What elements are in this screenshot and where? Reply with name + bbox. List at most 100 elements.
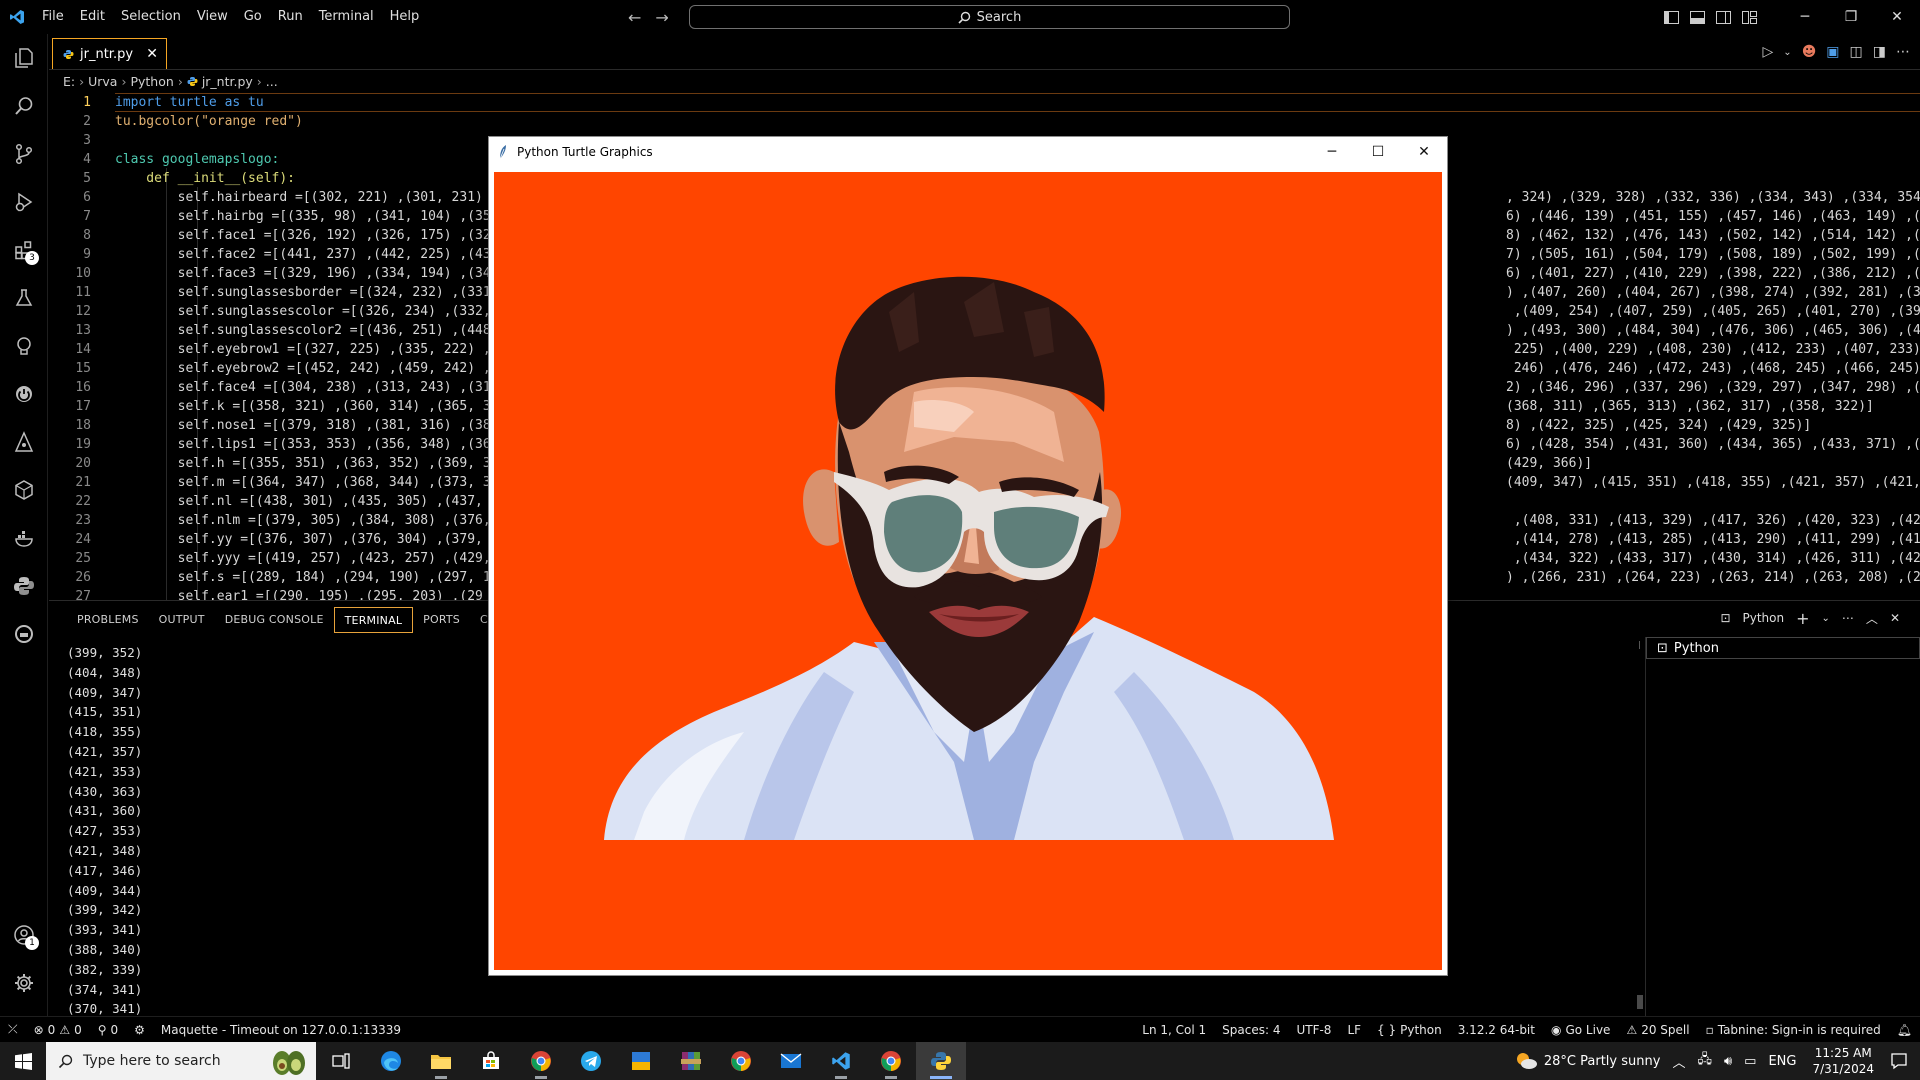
chrome-profile-icon[interactable]	[516, 1042, 566, 1080]
turtle-maximize-button[interactable]: ☐	[1355, 137, 1401, 167]
chrome-window-icon[interactable]	[866, 1042, 916, 1080]
live-preview-icon[interactable]: ▣	[1826, 44, 1839, 60]
split-editor-icon[interactable]: ◨	[1873, 44, 1886, 60]
menu-help[interactable]: Help	[382, 0, 428, 34]
end-of-line[interactable]: LF	[1339, 1023, 1369, 1037]
winrar-icon[interactable]	[666, 1042, 716, 1080]
tab-ports[interactable]: PORTS	[413, 607, 470, 633]
forward-arrow-icon[interactable]: →	[655, 8, 668, 27]
menu-terminal[interactable]: Terminal	[311, 0, 382, 34]
minimize-button[interactable]: ─	[1782, 0, 1828, 34]
menu-view[interactable]: View	[189, 0, 236, 34]
show-hidden-icons-chevron-icon[interactable]: ︿	[1666, 1052, 1691, 1071]
maquette-status[interactable]: Maquette - Timeout on 127.0.0.1:13339	[153, 1023, 409, 1037]
docker-icon[interactable]	[0, 514, 48, 562]
close-panel-icon[interactable]: ✕	[1890, 611, 1900, 625]
edge-browser-icon[interactable]	[366, 1042, 416, 1080]
task-view-icon[interactable]	[316, 1042, 366, 1080]
power-extension-icon[interactable]	[0, 370, 48, 418]
app-blue-tile-icon[interactable]	[616, 1042, 666, 1080]
close-window-button[interactable]: ✕	[1874, 0, 1920, 34]
crumb-python[interactable]: Python	[130, 74, 173, 89]
tab-problems[interactable]: PROBLEMS	[67, 607, 149, 633]
testing-flask-icon[interactable]	[0, 274, 48, 322]
remote-indicator-icon[interactable]: ⤫	[0, 1022, 26, 1037]
turtle-canvas[interactable]	[492, 170, 1444, 972]
terminal-list-item[interactable]: ⊡ Python	[1646, 637, 1920, 659]
toggle-primary-sidebar-icon[interactable]	[1658, 0, 1684, 34]
menu-selection[interactable]: Selection	[113, 0, 189, 34]
clock[interactable]: 11:25 AM 7/31/2024	[1802, 1045, 1884, 1077]
run-file-icon[interactable]: ▷	[1763, 44, 1774, 60]
windows-start-button[interactable]	[0, 1042, 46, 1080]
source-control-icon[interactable]	[0, 130, 48, 178]
indentation[interactable]: Spaces: 4	[1214, 1023, 1288, 1037]
spell-check-indicator[interactable]: ⚠ 20 Spell	[1618, 1023, 1697, 1037]
taskbar-search-box[interactable]: Type here to search	[46, 1042, 316, 1080]
turtle-minimize-button[interactable]: ─	[1309, 137, 1355, 167]
terminal-scrollbar[interactable]	[1637, 641, 1643, 1011]
extensions-icon[interactable]: 3	[0, 226, 48, 274]
vscode-taskbar-icon[interactable]	[816, 1042, 866, 1080]
battery-icon[interactable]: ▭	[1738, 1054, 1762, 1069]
python-icon[interactable]	[0, 562, 48, 610]
ports-indicator[interactable]: ⚲ 0	[90, 1023, 126, 1037]
notifications-bell-icon[interactable]: 🔔︎	[1889, 1023, 1920, 1037]
restore-button[interactable]: ❐	[1828, 0, 1874, 34]
accounts-icon[interactable]: 1	[0, 911, 48, 959]
turtle-titlebar[interactable]: Python Turtle Graphics ─ ☐ ✕	[489, 137, 1447, 167]
remote-explorer-icon[interactable]	[0, 322, 48, 370]
go-live-button[interactable]: ◉ Go Live	[1543, 1023, 1618, 1037]
search-view-icon[interactable]	[0, 82, 48, 130]
more-actions-icon[interactable]: ⋯	[1896, 44, 1910, 60]
terminal-output[interactable]: (399, 352) (404, 348) (409, 347) (415, 351)…	[67, 643, 142, 1059]
command-center-search[interactable]: Search	[689, 5, 1290, 29]
explorer-icon[interactable]	[0, 34, 48, 82]
turtle-graphics-window[interactable]: Python Turtle Graphics ─ ☐ ✕	[488, 136, 1448, 976]
terminal-shell-label[interactable]: Python	[1743, 611, 1785, 625]
manage-gear-icon[interactable]	[0, 959, 48, 1007]
run-dropdown-icon[interactable]: ⌄	[1783, 47, 1791, 58]
menu-edit[interactable]: Edit	[72, 0, 113, 34]
gitlens-icon[interactable]	[0, 418, 48, 466]
file-explorer-icon[interactable]	[416, 1042, 466, 1080]
volume-icon[interactable]: 🔊︎	[1718, 1054, 1738, 1069]
back-arrow-icon[interactable]: ←	[628, 8, 641, 27]
tab-output[interactable]: OUTPUT	[149, 607, 215, 633]
microsoft-store-icon[interactable]	[466, 1042, 516, 1080]
tab-terminal[interactable]: TERMINAL	[333, 607, 414, 633]
telegram-icon[interactable]	[566, 1042, 616, 1080]
menu-file[interactable]: File	[34, 0, 72, 34]
cursor-position[interactable]: Ln 1, Col 1	[1134, 1023, 1214, 1037]
tabnine-status[interactable]: ▫ Tabnine: Sign-in is required	[1698, 1023, 1889, 1037]
chrome-icon[interactable]	[716, 1042, 766, 1080]
run-debug-icon[interactable]	[0, 178, 48, 226]
menu-run[interactable]: Run	[270, 0, 311, 34]
run-indicator-icon[interactable]: ⚙	[126, 1023, 153, 1037]
maximize-panel-icon[interactable]: ︿	[1866, 610, 1878, 627]
cube-extension-icon[interactable]	[0, 466, 48, 514]
toggle-secondary-sidebar-icon[interactable]	[1710, 0, 1736, 34]
new-terminal-icon[interactable]: +	[1796, 609, 1809, 628]
input-language[interactable]: ENG	[1762, 1054, 1802, 1069]
python-interpreter[interactable]: 3.12.2 64-bit	[1450, 1023, 1543, 1037]
crumb-drive[interactable]: E:	[63, 74, 75, 89]
copilot-icon[interactable]	[0, 610, 48, 658]
network-icon[interactable]: 🖧︎	[1691, 1050, 1718, 1072]
terminal-dropdown-icon[interactable]: ⌄	[1822, 613, 1830, 624]
encoding[interactable]: UTF-8	[1288, 1023, 1339, 1037]
language-mode[interactable]: { } Python	[1369, 1023, 1450, 1037]
weather-widget[interactable]: 28°C Partly sunny	[1508, 1051, 1667, 1071]
menu-go[interactable]: Go	[236, 0, 270, 34]
problems-indicator[interactable]: ⊗ 0 ⚠ 0	[26, 1023, 90, 1037]
turtle-close-button[interactable]: ✕	[1401, 137, 1447, 167]
tab-close-icon[interactable]: ✕	[146, 46, 158, 62]
notification-center-icon[interactable]	[1884, 1052, 1920, 1070]
customize-layout-icon[interactable]	[1736, 0, 1762, 34]
mail-icon[interactable]	[766, 1042, 816, 1080]
python-taskbar-icon[interactable]	[916, 1042, 966, 1080]
crumb-symbol[interactable]: ...	[266, 74, 278, 89]
pet-extension-icon[interactable]: ☻	[1802, 44, 1817, 60]
tab-jr-ntr-py[interactable]: jr_ntr.py ✕	[52, 38, 167, 69]
crumb-urva[interactable]: Urva	[88, 74, 117, 89]
